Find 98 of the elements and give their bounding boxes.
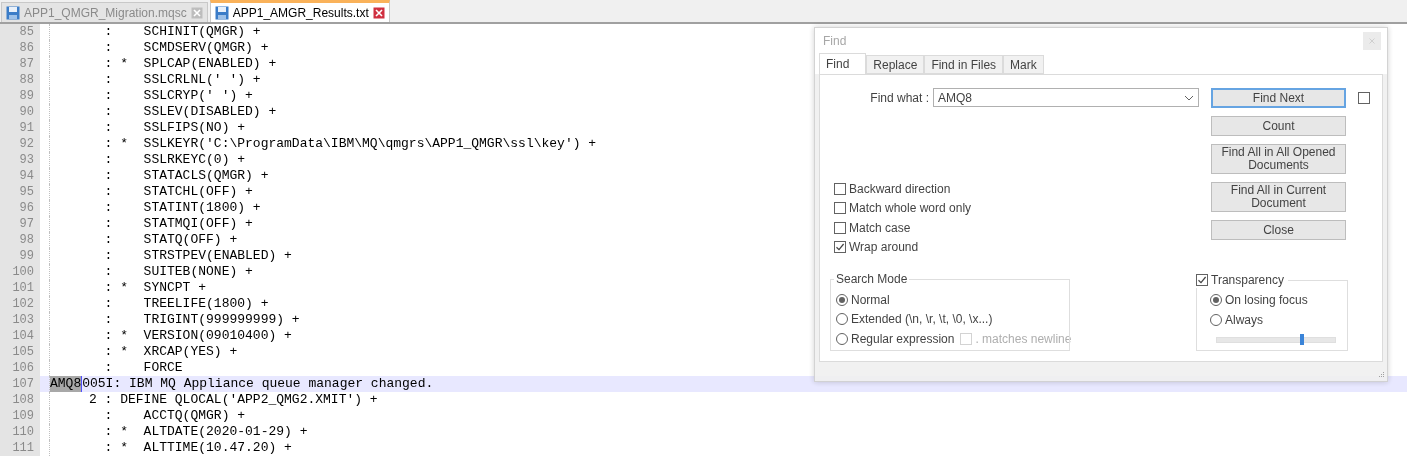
- code-line: : SSLCRLNL(' ') +: [103, 72, 261, 88]
- line-number: 90: [0, 104, 40, 120]
- check-icon: [1197, 275, 1207, 285]
- close-icon[interactable]: [372, 6, 385, 19]
- option-label: Regular expression: [851, 331, 955, 346]
- line-number: 107: [0, 376, 40, 392]
- code-line: : * SSLKEYR('C:\ProgramData\IBM\MQ\qmgrs\APP1_QMGR\ssl\key') +: [103, 136, 597, 152]
- file-tab[interactable]: APP1_AMGR_Results.txt: [209, 0, 390, 22]
- code-line: : * VERSION(09010400) +: [103, 328, 292, 344]
- code-line: : STATQ(OFF) +: [103, 232, 238, 248]
- dialog-button[interactable]: Find All in Current Document: [1211, 182, 1346, 213]
- code-line: : * XRCAP(YES) +: [103, 344, 238, 360]
- code-line: : SSLRKEYC(0) +: [103, 152, 246, 168]
- checkbox[interactable]: [834, 182, 846, 195]
- line-number: 105: [0, 344, 40, 360]
- find-what-label: Find what :: [870, 91, 929, 105]
- dialog-tab[interactable]: Find in Files: [924, 55, 1004, 75]
- radio-button[interactable]: [836, 332, 848, 345]
- transparency-slider[interactable]: [1216, 337, 1336, 343]
- dialog-button[interactable]: Find Next: [1211, 88, 1346, 109]
- code-line: 005I: IBM MQ Appliance queue manager changed.: [82, 376, 434, 392]
- line-number: 103: [0, 312, 40, 328]
- dialog-button[interactable]: Find All in All Opened Documents: [1211, 144, 1346, 175]
- checkbox[interactable]: [834, 202, 846, 215]
- line-number: 98: [0, 232, 40, 248]
- line-number: 91: [0, 120, 40, 136]
- line-number: 100: [0, 264, 40, 280]
- line-number: 87: [0, 56, 40, 72]
- checkbox[interactable]: [834, 221, 846, 234]
- line-number: 99: [0, 248, 40, 264]
- line-number: 85: [0, 24, 40, 40]
- line-number: 110: [0, 424, 40, 440]
- line-number: 86: [0, 40, 40, 56]
- radio-button[interactable]: [836, 313, 848, 326]
- line-number: 94: [0, 168, 40, 184]
- line-number: 95: [0, 184, 40, 200]
- code-line: : SUITEB(NONE) +: [103, 264, 253, 280]
- search-match: AMQ8: [50, 376, 83, 392]
- line-number: 111: [0, 440, 40, 456]
- line-number: 106: [0, 360, 40, 376]
- option-label: Extended (\n, \r, \t, \0, \x...): [851, 312, 993, 327]
- code-line: : FORCE: [103, 360, 183, 376]
- checkbox[interactable]: [834, 241, 846, 254]
- dialog-button[interactable]: Close: [1211, 220, 1346, 241]
- line-number: 101: [0, 280, 40, 296]
- radio-button[interactable]: [1210, 294, 1222, 307]
- code-line: : SCMDSERV(QMGR) +: [103, 40, 269, 56]
- line-number: 102: [0, 296, 40, 312]
- line-number: 92: [0, 136, 40, 152]
- code-line: : * ALTTIME(10.47.20) +: [103, 440, 292, 456]
- code-line: : * SPLCAP(ENABLED) +: [103, 56, 277, 72]
- dialog-tab[interactable]: Find: [819, 53, 867, 75]
- code-line: : STATMQI(OFF) +: [103, 216, 253, 232]
- radio-button[interactable]: [1210, 313, 1222, 326]
- option-label: Match whole word only: [849, 201, 972, 216]
- check-icon: [835, 242, 845, 253]
- option-label: Normal: [851, 292, 890, 307]
- code-line: : STATCHL(OFF) +: [103, 184, 253, 200]
- checkbox[interactable]: [1196, 274, 1208, 286]
- dialog-button[interactable]: Count: [1211, 116, 1346, 137]
- code-line: : SSLCRYP(' ') +: [103, 88, 253, 104]
- option-label: Backward direction: [849, 181, 951, 196]
- chevron-down-icon: [1184, 95, 1194, 101]
- line-number: 88: [0, 72, 40, 88]
- code-line: : ACCTQ(QMGR) +: [103, 408, 246, 424]
- code-line: : TRIGINT(999999999) +: [103, 312, 300, 328]
- line-number: 104: [0, 328, 40, 344]
- checkbox[interactable]: [1358, 92, 1370, 105]
- option-label: . matches newline: [975, 331, 1072, 346]
- line-number: 93: [0, 152, 40, 168]
- line-number: 89: [0, 88, 40, 104]
- code-line: : SSLEV(DISABLED) +: [103, 104, 277, 120]
- line-number: 108: [0, 392, 40, 408]
- option-label: Match case: [849, 220, 911, 235]
- line-number: 96: [0, 200, 40, 216]
- line-number: 109: [0, 408, 40, 424]
- code-line: : * SYNCPT +: [103, 280, 207, 296]
- code-line: : STRSTPEV(ENABLED) +: [103, 248, 292, 264]
- code-line: : SSLFIPS(NO) +: [103, 120, 246, 136]
- code-line: : SCHINIT(QMGR) +: [103, 24, 261, 40]
- dialog-tab[interactable]: Replace: [866, 55, 925, 75]
- code-line: : STATINT(1800) +: [103, 200, 261, 216]
- close-icon: [1369, 38, 1375, 45]
- resize-grip-icon: [1377, 371, 1385, 379]
- radio-button[interactable]: [836, 293, 848, 306]
- code-line: 2 : DEFINE QLOCAL('APP2_QMG2.XMIT') +: [88, 392, 378, 408]
- dialog-title: Find: [823, 34, 847, 49]
- slider-thumb[interactable]: [1299, 334, 1304, 345]
- dialog-tab[interactable]: Mark: [1003, 55, 1044, 75]
- line-number: 97: [0, 216, 40, 232]
- code-line: : TREELIFE(1800) +: [103, 296, 269, 312]
- code-line: : STATACLS(QMGR) +: [103, 168, 269, 184]
- option-label: On losing focus: [1225, 293, 1308, 308]
- code-line: : * ALTDATE(2020-01-29) +: [103, 424, 308, 440]
- option-label: Transparency: [1211, 273, 1284, 287]
- find-what-field[interactable]: AMQ8: [933, 88, 1199, 108]
- option-label: Always: [1225, 312, 1263, 327]
- option-label: Wrap around: [849, 240, 919, 255]
